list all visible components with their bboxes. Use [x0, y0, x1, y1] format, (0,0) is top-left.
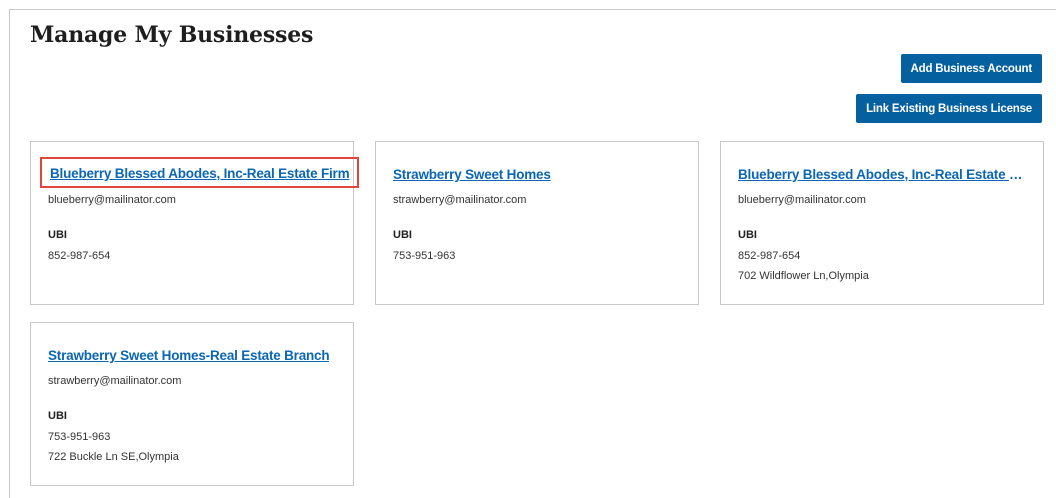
- business-email: blueberry@mailinator.com: [738, 194, 866, 206]
- ubi-label: UBI: [48, 229, 67, 241]
- ubi-label: UBI: [393, 229, 412, 241]
- business-card: Strawberry Sweet Homes strawberry@mailin…: [375, 141, 699, 305]
- business-address: 702 Wildflower Ln,Olympia: [738, 270, 869, 282]
- ubi-value: 753-951-963: [393, 250, 456, 262]
- business-card: Blueberry Blessed Abodes, Inc-Real Estat…: [30, 141, 360, 305]
- ubi-value: 753-951-963: [48, 431, 111, 443]
- business-name-link[interactable]: Blueberry Blessed Abodes, Inc-Real Estat…: [738, 167, 1030, 182]
- business-email: strawberry@mailinator.com: [48, 375, 182, 387]
- add-business-account-button[interactable]: Add Business Account: [900, 54, 1042, 83]
- ubi-value: 852-987-654: [738, 250, 801, 262]
- business-card: Strawberry Sweet Homes-Real Estate Branc…: [30, 322, 354, 486]
- business-name-link[interactable]: Strawberry Sweet Homes: [393, 167, 551, 182]
- ubi-label: UBI: [738, 229, 757, 241]
- link-existing-business-license-button[interactable]: Link Existing Business License: [856, 94, 1042, 123]
- business-email: strawberry@mailinator.com: [393, 194, 527, 206]
- business-address: 722 Buckle Ln SE,Olympia: [48, 451, 179, 463]
- ubi-label: UBI: [48, 410, 67, 422]
- business-email: blueberry@mailinator.com: [48, 194, 176, 206]
- business-name-link[interactable]: Strawberry Sweet Homes-Real Estate Branc…: [48, 348, 329, 363]
- business-card: Blueberry Blessed Abodes, Inc-Real Estat…: [720, 141, 1044, 305]
- page-title: Manage My Businesses: [30, 22, 314, 48]
- ubi-value: 852-987-654: [48, 250, 111, 262]
- business-name-link[interactable]: Blueberry Blessed Abodes, Inc-Real Estat…: [40, 157, 360, 188]
